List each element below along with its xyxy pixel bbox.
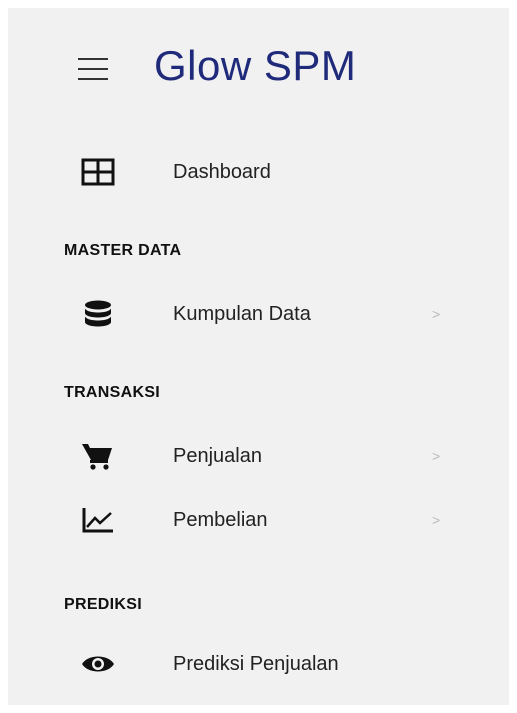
nav-item-pembelian[interactable]: Pembelian >	[8, 494, 509, 546]
chevron-right-icon: >	[432, 512, 441, 528]
nav-label-dashboard: Dashboard	[173, 160, 271, 183]
section-master-data: MASTER DATA	[64, 242, 182, 259]
nav-item-dashboard[interactable]: Dashboard	[8, 146, 509, 198]
line-chart-icon	[78, 504, 118, 536]
chevron-right-icon: >	[432, 306, 441, 322]
nav-item-kumpulan-data[interactable]: Kumpulan Data >	[8, 288, 509, 340]
nav-item-penjualan[interactable]: Penjualan >	[8, 430, 509, 482]
chevron-right-icon: >	[432, 448, 441, 464]
nav-label-kumpulan-data: Kumpulan Data	[173, 302, 311, 325]
grid-icon	[78, 156, 118, 188]
section-transaksi: TRANSAKSI	[64, 384, 161, 401]
nav-label-penjualan: Penjualan	[173, 444, 262, 467]
database-icon	[78, 298, 118, 330]
nav-label-prediksi-penjualan: Prediksi Penjualan	[173, 652, 339, 675]
nav-item-prediksi-penjualan[interactable]: Prediksi Penjualan	[8, 638, 509, 690]
hamburger-icon[interactable]	[78, 58, 108, 80]
eye-icon	[78, 648, 118, 680]
sidebar: Glow SPM Dashboard MASTER DATA Kumpulan …	[8, 8, 509, 705]
brand-header: Glow SPM	[8, 8, 509, 118]
nav-label-pembelian: Pembelian	[173, 508, 268, 531]
section-prediksi: PREDIKSI	[64, 596, 142, 613]
brand-title: Glow SPM	[154, 42, 357, 89]
cart-icon	[78, 440, 118, 472]
